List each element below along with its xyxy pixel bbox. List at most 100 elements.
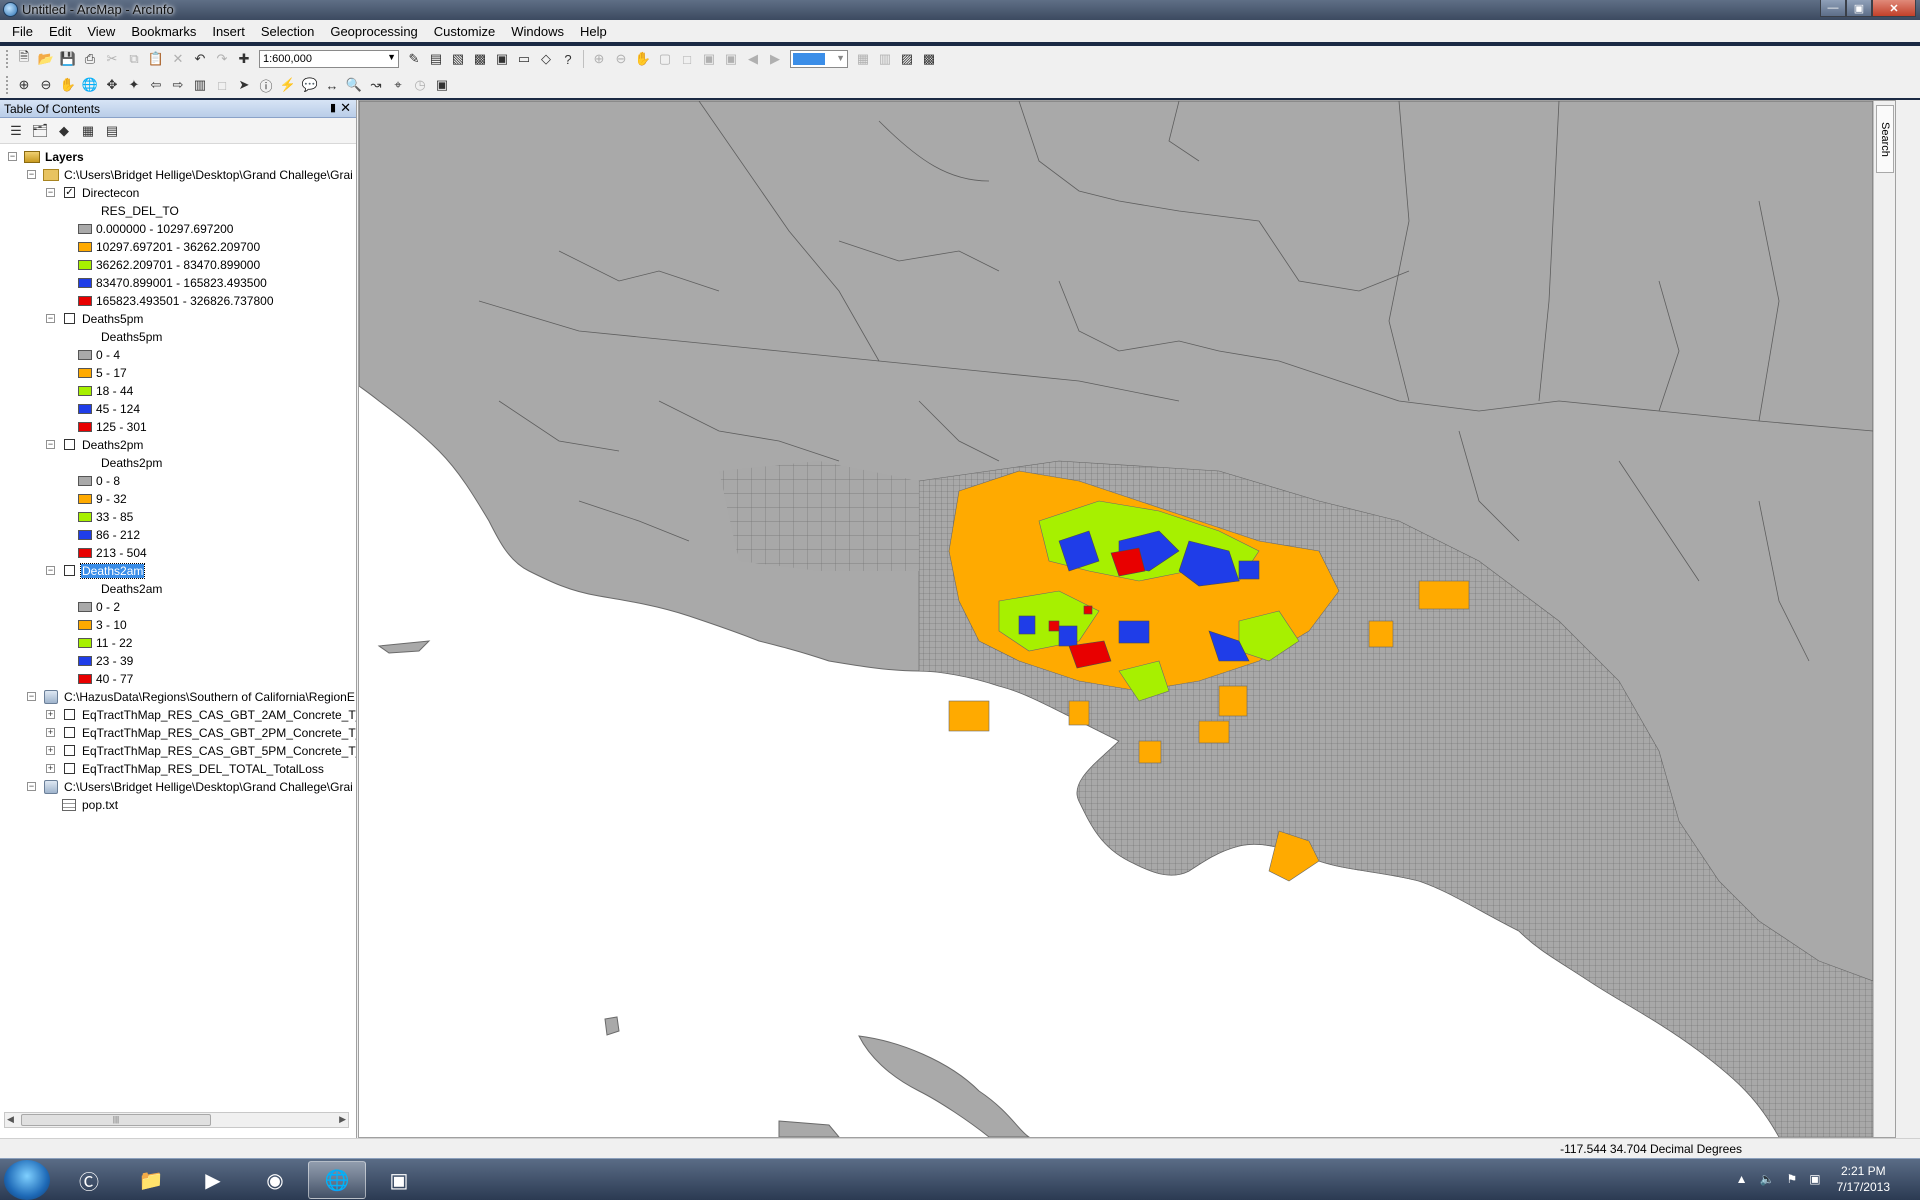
expand-icon[interactable]: + xyxy=(46,728,55,737)
save-icon[interactable]: 💾 xyxy=(59,50,77,68)
layer-row-deaths5pm[interactable]: − Deaths5pm xyxy=(0,310,356,328)
window-taskbar-icon[interactable]: ▣ xyxy=(370,1161,428,1199)
create-viewer-window-icon[interactable]: ▣ xyxy=(433,76,451,94)
list-by-drawing-order-icon[interactable]: ☰ xyxy=(7,122,25,140)
list-by-source-icon[interactable]: 🗂 xyxy=(31,122,49,140)
expand-icon[interactable]: + xyxy=(46,764,55,773)
network-icon[interactable]: ▣ xyxy=(1809,1172,1820,1186)
data-driven-pages-icon[interactable]: ▩ xyxy=(920,50,938,68)
cut-icon[interactable]: ✂ xyxy=(103,50,121,68)
close-button[interactable]: ✕ xyxy=(1872,0,1916,17)
arctoolbox-icon[interactable]: ▣ xyxy=(493,50,511,68)
change-layout-icon[interactable]: ▨ xyxy=(898,50,916,68)
layer-row-deaths2pm[interactable]: − Deaths2pm xyxy=(0,436,356,454)
file-explorer-icon[interactable]: 📁 xyxy=(122,1161,180,1199)
fixed-zoom-out-icon[interactable]: ▣ xyxy=(722,50,740,68)
volume-icon[interactable]: 🔈 xyxy=(1760,1172,1775,1186)
zoom-whole-page-icon[interactable]: ▢ xyxy=(656,50,674,68)
layer-row[interactable]: + EqTractThMap_RES_CAS_GBT_2PM_Concrete_… xyxy=(0,724,356,742)
clear-selection-icon[interactable]: □ xyxy=(213,76,231,94)
close-icon[interactable]: ✕ xyxy=(340,100,351,116)
tree-row-folder1[interactable]: − C:\Users\Bridget Hellige\Desktop\Grand… xyxy=(0,166,356,184)
tree-row-folder3[interactable]: − C:\Users\Bridget Hellige\Desktop\Grand… xyxy=(0,778,356,796)
table-of-contents-icon[interactable]: ▤ xyxy=(427,50,445,68)
arcmap-app-icon[interactable] xyxy=(3,2,18,17)
layer-row[interactable]: + EqTractThMap_RES_DEL_TOTAL_TotalLoss xyxy=(0,760,356,778)
layout-zoom-percent-combo[interactable]: ▼ xyxy=(790,50,848,68)
menu-geoprocessing[interactable]: Geoprocessing xyxy=(322,24,425,39)
collapse-icon[interactable]: − xyxy=(46,566,55,575)
table-row-pop[interactable]: pop.txt xyxy=(0,796,356,814)
layer-visibility-checkbox[interactable] xyxy=(64,313,75,324)
print-icon[interactable]: ⎙ xyxy=(81,50,99,68)
layer-row[interactable]: + EqTractThMap_RES_CAS_GBT_5PM_Concrete_… xyxy=(0,742,356,760)
identify-icon[interactable]: ⓘ xyxy=(257,76,275,94)
collapse-icon[interactable]: − xyxy=(27,692,36,701)
toolbar-grip[interactable] xyxy=(6,50,9,68)
media-player-icon[interactable]: ▶ xyxy=(184,1161,242,1199)
layer-visibility-checkbox[interactable] xyxy=(64,565,75,576)
fixed-zoom-in-icon[interactable]: ▣ xyxy=(700,50,718,68)
minimize-button[interactable]: — xyxy=(1820,0,1846,17)
pin-icon[interactable]: ▮ xyxy=(330,101,336,114)
toc-horizontal-scrollbar[interactable]: ◀ ||| ▶ xyxy=(4,1112,349,1128)
select-features-icon[interactable]: ▥ xyxy=(191,76,209,94)
collapse-icon[interactable]: − xyxy=(8,152,17,161)
menu-selection[interactable]: Selection xyxy=(253,24,322,39)
collapse-icon[interactable]: − xyxy=(27,170,36,179)
action-center-flag-icon[interactable]: ⚑ xyxy=(1787,1172,1798,1186)
find-route-icon[interactable]: ↝ xyxy=(367,76,385,94)
map-canvas[interactable] xyxy=(359,101,1874,1137)
scroll-right-icon[interactable]: ▶ xyxy=(339,1114,346,1125)
layer-name-selected[interactable]: Deaths2am xyxy=(79,563,146,579)
menu-help[interactable]: Help xyxy=(572,24,615,39)
collapse-icon[interactable]: − xyxy=(46,188,55,197)
tree-row-folder2[interactable]: − C:\HazusData\Regions\Southern of Calif… xyxy=(0,688,356,706)
time-slider-icon[interactable]: ◷ xyxy=(411,76,429,94)
catalog-window-icon[interactable]: ▧ xyxy=(449,50,467,68)
go-to-xy-icon[interactable]: ⌖ xyxy=(389,76,407,94)
new-document-icon[interactable]: 🗎 xyxy=(15,49,33,68)
tree-row-layers[interactable]: − Layers xyxy=(0,148,356,166)
search-window-tab[interactable]: Search xyxy=(1876,105,1894,173)
layer-visibility-checkbox[interactable] xyxy=(64,727,75,738)
map-scale-combo[interactable]: 1:600,000 ▼ xyxy=(259,50,399,68)
fixed-zoom-out-icon[interactable]: ✦ xyxy=(125,76,143,94)
fixed-zoom-in-icon[interactable]: ✥ xyxy=(103,76,121,94)
clock[interactable]: 2:21 PM 7/17/2013 xyxy=(1837,1163,1890,1195)
undo-icon[interactable]: ↶ xyxy=(191,50,209,68)
menu-file[interactable]: File xyxy=(4,24,41,39)
forward-arrow-icon[interactable]: ⇨ xyxy=(169,76,187,94)
scroll-left-icon[interactable]: ◀ xyxy=(7,1114,14,1125)
copy-icon[interactable]: ⧉ xyxy=(125,50,143,68)
forward-extent-icon[interactable]: ▶ xyxy=(766,50,784,68)
scrollbar-thumb[interactable]: ||| xyxy=(21,1114,211,1126)
full-extent-icon[interactable]: 🌐 xyxy=(81,76,99,94)
delete-icon[interactable]: ✕ xyxy=(169,50,187,68)
layer-visibility-checkbox[interactable] xyxy=(64,745,75,756)
whats-this-icon[interactable]: ? xyxy=(559,50,577,68)
show-hidden-icons-icon[interactable]: ▲ xyxy=(1736,1172,1748,1186)
add-data-icon[interactable]: ✚ xyxy=(235,50,253,68)
editor-toolbar-icon[interactable]: ✎ xyxy=(405,50,423,68)
open-icon[interactable]: 📂 xyxy=(37,50,55,68)
zoom-in-icon[interactable]: ⊕ xyxy=(15,76,33,94)
python-window-icon[interactable]: ▭ xyxy=(515,50,533,68)
expand-icon[interactable]: + xyxy=(46,746,55,755)
toolbar-grip[interactable] xyxy=(6,76,9,94)
toc-options-icon[interactable]: ▤ xyxy=(103,122,121,140)
internet-explorer-icon[interactable]: Ⓒ xyxy=(60,1161,118,1199)
measure-icon[interactable]: ↔ xyxy=(323,76,341,94)
map-view[interactable]: Search xyxy=(358,100,1896,1138)
find-icon[interactable]: 🔍 xyxy=(345,76,363,94)
layout-zoom-in-icon[interactable]: ⊕ xyxy=(590,50,608,68)
back-extent-icon[interactable]: ◀ xyxy=(744,50,762,68)
expand-icon[interactable]: + xyxy=(46,710,55,719)
menu-view[interactable]: View xyxy=(79,24,123,39)
arcmap-taskbar-icon[interactable]: 🌐 xyxy=(308,1161,366,1199)
model-builder-icon[interactable]: ◇ xyxy=(537,50,555,68)
layer-row-directecon[interactable]: − ✓ Directecon xyxy=(0,184,356,202)
maximize-button[interactable]: ▣ xyxy=(1846,0,1872,17)
pan-icon[interactable]: ✋ xyxy=(59,76,77,94)
redo-icon[interactable]: ↷ xyxy=(213,50,231,68)
